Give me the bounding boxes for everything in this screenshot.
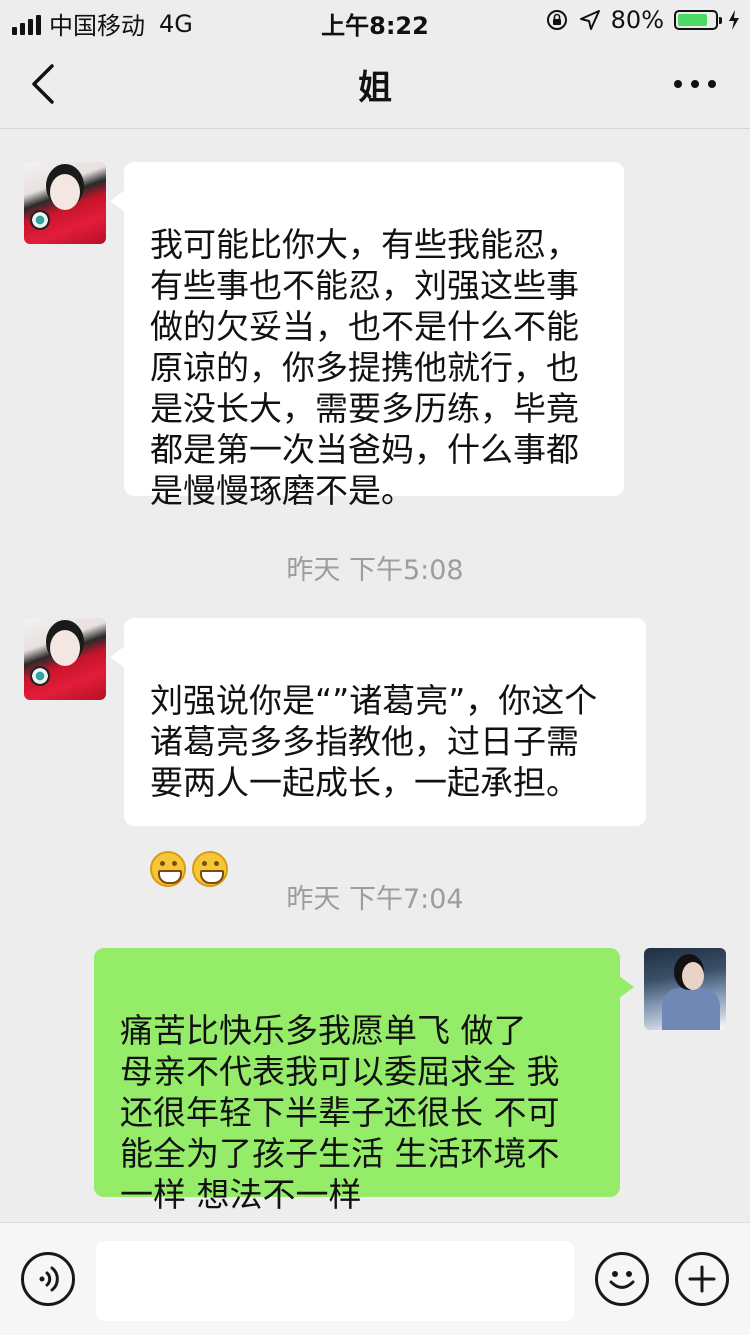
voice-icon[interactable] bbox=[21, 1252, 75, 1306]
orientation-lock-icon bbox=[546, 10, 567, 30]
status-bar: 中国移动 4G 上午8:22 80% bbox=[0, 0, 750, 40]
timestamp: 昨天 下午5:08 bbox=[286, 555, 464, 586]
avatar[interactable] bbox=[24, 618, 106, 700]
message-incoming: 我可能比你大，有些我能忍， 有些事也不能忍，刘强这些事 做的欠妥当，也不是什么不… bbox=[0, 129, 750, 510]
avatar[interactable] bbox=[644, 948, 726, 1030]
message-outgoing: 痛苦比快乐多我愿单飞 做了 母亲不代表我可以委屈求全 我 还很年轻下半辈子还很长… bbox=[0, 929, 750, 1214]
input-bar bbox=[0, 1222, 750, 1335]
message-text: 痛苦比快乐多我愿单飞 做了 母亲不代表我可以委屈求全 我 还很年轻下半辈子还很长… bbox=[120, 1011, 560, 1214]
emoji-row bbox=[150, 805, 622, 887]
message-bubble[interactable]: 我可能比你大，有些我能忍， 有些事也不能忍，刘强这些事 做的欠妥当，也不是什么不… bbox=[110, 162, 624, 510]
battery-fill bbox=[678, 14, 707, 26]
message-text: 我可能比你大，有些我能忍， 有些事也不能忍，刘强这些事 做的欠妥当，也不是什么不… bbox=[150, 225, 579, 510]
charging-icon bbox=[729, 10, 739, 30]
battery-percent: 80% bbox=[610, 6, 664, 34]
message-text: 刘强说你是“”诸葛亮”，你这个 诸葛亮多多指教他，过日子需 要两人一起成长，一起… bbox=[150, 681, 598, 802]
status-right: 80% bbox=[545, 6, 740, 34]
message-incoming: 刘强说你是“”诸葛亮”，你这个 诸葛亮多多指教他，过日子需 要两人一起成长，一起… bbox=[0, 599, 750, 887]
more-dots-icon[interactable] bbox=[670, 70, 720, 98]
message-bubble[interactable]: 痛苦比快乐多我愿单飞 做了 母亲不代表我可以委屈求全 我 还很年轻下半辈子还很长… bbox=[94, 948, 634, 1214]
timestamp: 昨天 下午7:04 bbox=[286, 884, 464, 915]
emoji-icon[interactable] bbox=[595, 1252, 649, 1306]
location-icon bbox=[579, 10, 600, 30]
chat-title: 姐 bbox=[358, 68, 392, 108]
add-icon[interactable] bbox=[675, 1252, 729, 1306]
avatar[interactable] bbox=[24, 162, 106, 244]
battery-icon bbox=[674, 10, 722, 30]
message-bubble[interactable]: 刘强说你是“”诸葛亮”，你这个 诸葛亮多多指教他，过日子需 要两人一起成长，一起… bbox=[110, 618, 646, 887]
nav-bar: 姐 bbox=[0, 40, 750, 129]
message-input[interactable] bbox=[96, 1241, 574, 1321]
message-list[interactable]: 我可能比你大，有些我能忍， 有些事也不能忍，刘强这些事 做的欠妥当，也不是什么不… bbox=[0, 129, 750, 1221]
